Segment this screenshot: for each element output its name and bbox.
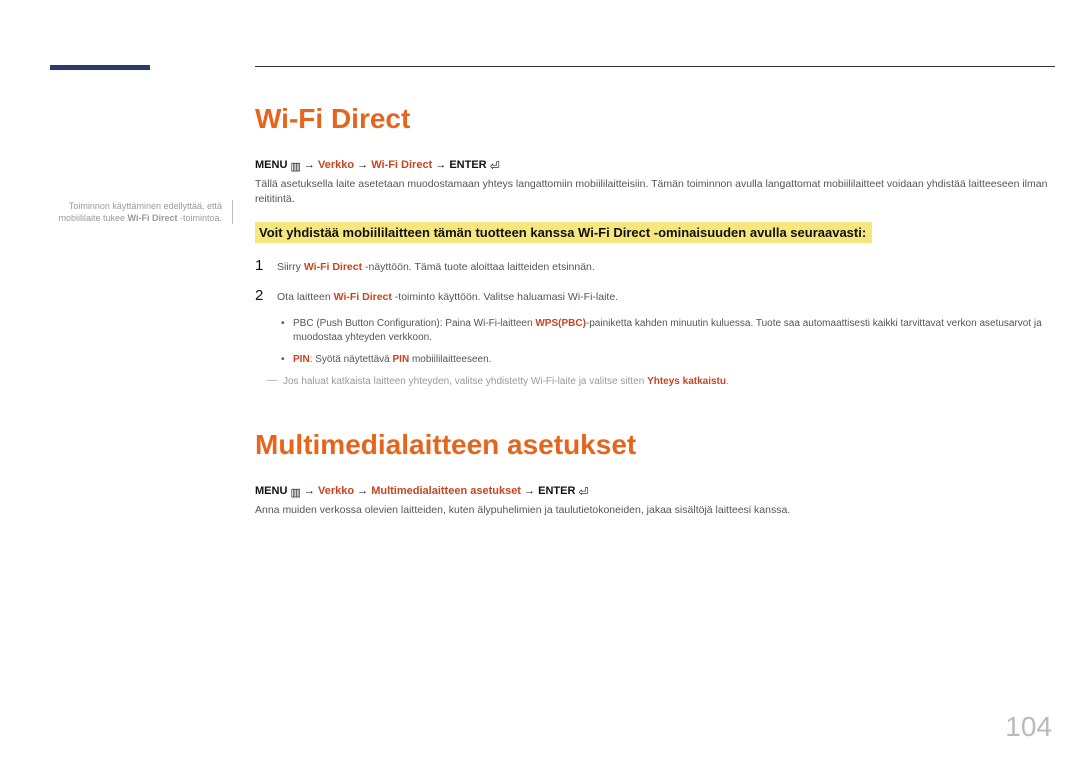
sidebar-note-text: Toiminnon käyttäminen edellyttää, että m…: [50, 200, 222, 224]
section1-note: Jos haluat katkaista laitteen yhteyden, …: [267, 375, 1056, 389]
bullet2-pin2: PIN: [393, 354, 410, 365]
menu-icon: [290, 160, 300, 173]
bullet2-pin: PIN: [293, 354, 310, 365]
nav-verkko: Verkko: [318, 159, 354, 171]
section1-nav-path: MENU → Verkko → Wi-Fi Direct → ENTER: [255, 157, 1056, 171]
bullet1: PBC (Push Button Configuration): Paina W…: [281, 317, 1056, 345]
nav-menu-label: MENU: [255, 159, 287, 171]
sidebar-note-bold: Wi-Fi Direct: [128, 213, 178, 223]
step1: 1 Siirry Wi-Fi Direct -näyttöön. Tämä tu…: [255, 257, 1056, 275]
arrow-icon: →: [524, 485, 538, 497]
nav-enter-label: ENTER: [538, 485, 575, 497]
arrow-icon: →: [435, 159, 449, 171]
step2: 2 Ota laitteen Wi-Fi Direct -toiminto kä…: [255, 287, 1056, 305]
section2-title: Multimedialaitteen asetukset: [255, 429, 1056, 461]
arrow-icon: →: [304, 159, 318, 171]
step1-suffix: -näyttöön. Tämä tuote aloittaa laitteide…: [362, 261, 595, 273]
step1-text: Siirry Wi-Fi Direct -näyttöön. Tämä tuot…: [277, 260, 595, 275]
nav-multimedia: Multimedialaitteen asetukset: [371, 485, 521, 497]
step1-number: 1: [255, 257, 277, 274]
arrow-icon: →: [357, 159, 371, 171]
step2-number: 2: [255, 287, 277, 304]
sidebar-note: Toiminnon käyttäminen edellyttää, että m…: [50, 200, 233, 224]
sub-bullet-list: PBC (Push Button Configuration): Paina W…: [281, 317, 1056, 367]
bullet1-orange: WPS(PBC): [535, 318, 586, 329]
note-orange: Yhteys katkaistu: [647, 376, 726, 387]
note-prefix: Jos haluat katkaista laitteen yhteyden, …: [283, 376, 647, 387]
page-number: 104: [1005, 711, 1052, 743]
enter-icon: [578, 485, 588, 499]
bullet1-prefix: PBC (Push Button Configuration): Paina W…: [293, 318, 535, 329]
nav-menu-label: MENU: [255, 485, 287, 497]
bullet2-suffix: mobiililaitteeseen.: [409, 354, 491, 365]
bullet2-mid: : Syötä näytettävä: [310, 354, 393, 365]
enter-icon: [490, 159, 500, 173]
step1-orange: Wi-Fi Direct: [304, 261, 362, 273]
step1-prefix: Siirry: [277, 261, 304, 273]
section1-highlight-text: Voit yhdistää mobiililaitteen tämän tuot…: [255, 222, 872, 243]
section1-intro-text: Tällä asetuksella laite asetetaan muodos…: [255, 177, 1056, 206]
note-suffix: .: [726, 376, 729, 387]
sidebar-note-suffix: -toimintoa.: [177, 213, 222, 223]
menu-icon: [290, 486, 300, 499]
bullet2: PIN: Syötä näytettävä PIN mobiililaittee…: [281, 353, 1056, 367]
arrow-icon: →: [357, 485, 371, 497]
section2-nav-path: MENU → Verkko → Multimedialaitteen asetu…: [255, 483, 1056, 497]
section1-title: Wi-Fi Direct: [255, 103, 1056, 135]
step2-suffix: -toiminto käyttöön. Valitse haluamasi Wi…: [392, 291, 618, 303]
arrow-icon: →: [304, 485, 318, 497]
nav-verkko: Verkko: [318, 485, 354, 497]
step2-orange: Wi-Fi Direct: [334, 291, 392, 303]
section2-intro-text: Anna muiden verkossa olevien laitteiden,…: [255, 503, 1056, 518]
nav-wifidirect: Wi-Fi Direct: [371, 159, 432, 171]
nav-enter-label: ENTER: [449, 159, 486, 171]
step2-text: Ota laitteen Wi-Fi Direct -toiminto käyt…: [277, 290, 618, 305]
step2-prefix: Ota laitteen: [277, 291, 334, 303]
